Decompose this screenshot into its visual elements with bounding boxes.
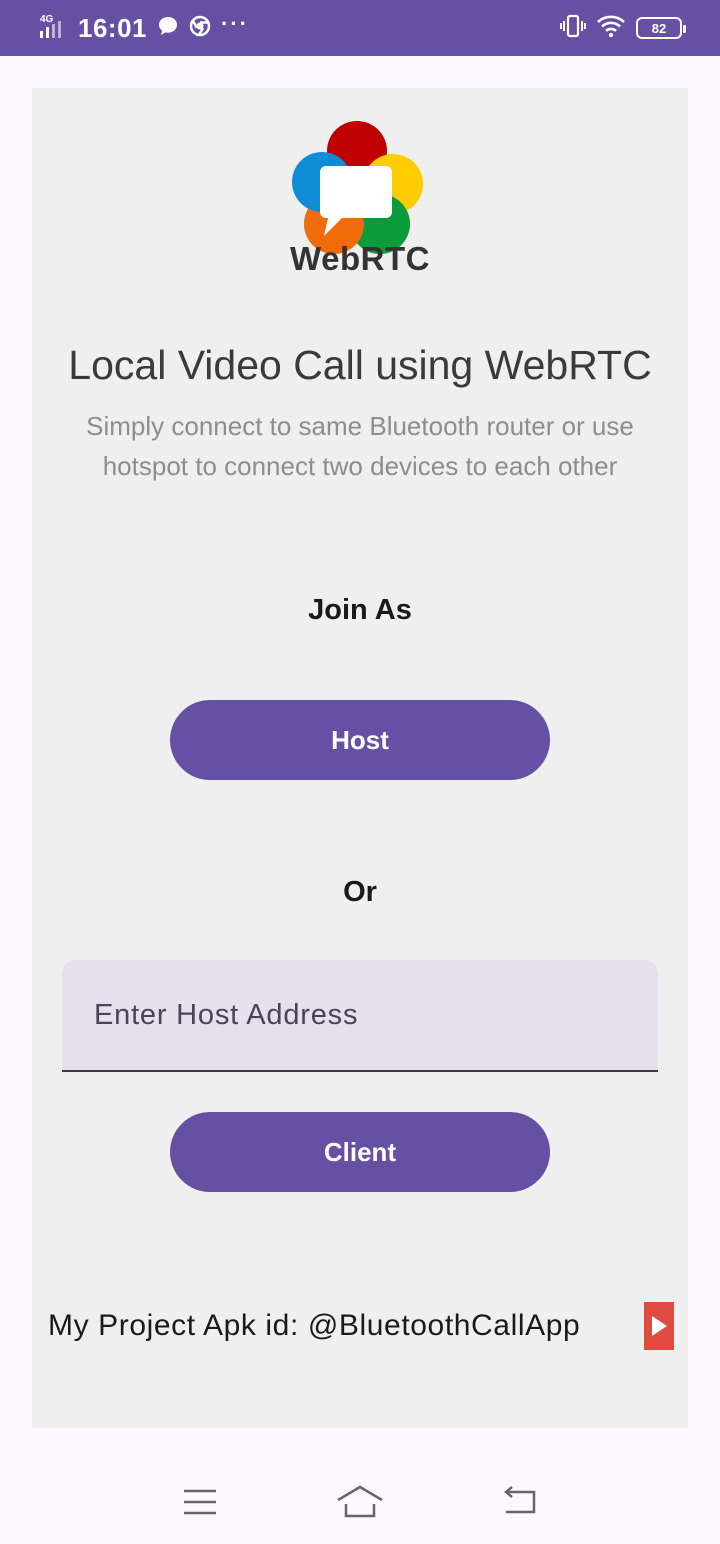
network-type-label: 4G: [40, 14, 54, 25]
back-icon[interactable]: [490, 1472, 550, 1532]
more-notifications-icon: ···: [221, 11, 249, 36]
wifi-icon: [596, 14, 626, 43]
logo-wordmark: WebRTC: [290, 240, 430, 277]
or-label: Or: [343, 876, 377, 908]
menu-icon[interactable]: [170, 1472, 230, 1532]
host-address-input[interactable]: [62, 960, 658, 1070]
status-bar: 4G 16:01 ··· 82: [0, 0, 720, 56]
join-as-label: Join As: [308, 594, 412, 626]
status-bar-right: 82: [560, 14, 686, 43]
status-time: 16:01: [78, 12, 147, 43]
footer-row: My Project Apk id: @BluetoothCallApp: [48, 1300, 674, 1352]
status-bar-left: 4G 16:01 ···: [38, 11, 249, 44]
navigation-bar: [0, 1460, 720, 1544]
project-apk-id-text: My Project Apk id: @BluetoothCallApp: [48, 1309, 581, 1342]
chrome-icon: [189, 15, 211, 42]
host-address-field[interactable]: [62, 960, 658, 1072]
page-title: Local Video Call using WebRTC: [68, 342, 652, 388]
client-button[interactable]: Client: [170, 1112, 550, 1192]
home-icon[interactable]: [330, 1472, 390, 1532]
page-subtitle: Simply connect to same Bluetooth router …: [86, 411, 634, 481]
vibrate-icon: [560, 14, 586, 43]
play-icon[interactable]: [644, 1302, 674, 1350]
battery-icon: 82: [636, 17, 686, 39]
host-button[interactable]: Host: [170, 700, 550, 780]
signal-icon: 4G: [38, 13, 68, 44]
chat-bubble-icon: [157, 15, 179, 42]
main-card: WebRTC Local Video Call using WebRTC Sim…: [32, 88, 688, 1428]
